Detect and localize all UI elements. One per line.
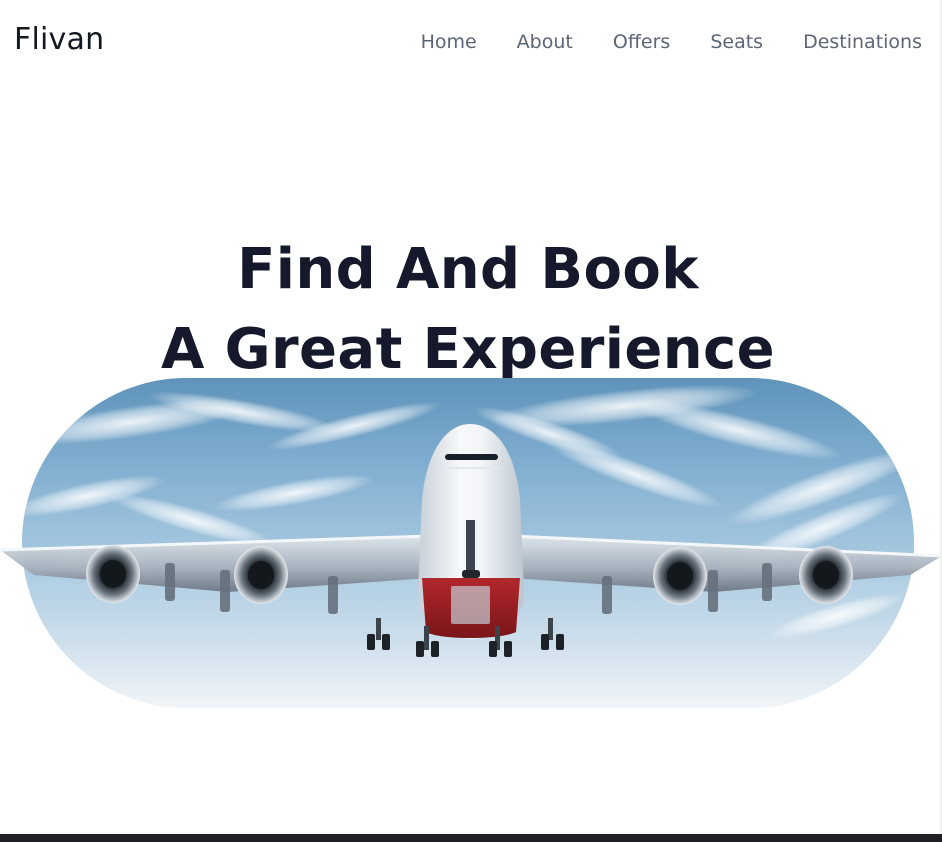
hero-heading: Find And Book A Great Experience (0, 230, 936, 390)
nav-seats-link[interactable]: Seats (710, 30, 763, 54)
page: Flivan Home About Offers Seats Destinati… (0, 0, 942, 842)
top-navigation-bar: Flivan Home About Offers Seats Destinati… (0, 0, 942, 84)
brand-logo[interactable]: Flivan (14, 22, 104, 57)
nav-offers-link[interactable]: Offers (613, 30, 670, 54)
hero-heading-line-1: Find And Book (237, 236, 699, 302)
nav-about-link[interactable]: About (517, 30, 573, 54)
nav-home-link[interactable]: Home (421, 30, 477, 54)
sky-background (22, 378, 914, 708)
hero-airplane-image (22, 378, 914, 708)
bottom-strip (0, 834, 942, 842)
nav-destinations-link[interactable]: Destinations (803, 30, 922, 54)
main-navigation: Home About Offers Seats Destinations (421, 30, 922, 54)
